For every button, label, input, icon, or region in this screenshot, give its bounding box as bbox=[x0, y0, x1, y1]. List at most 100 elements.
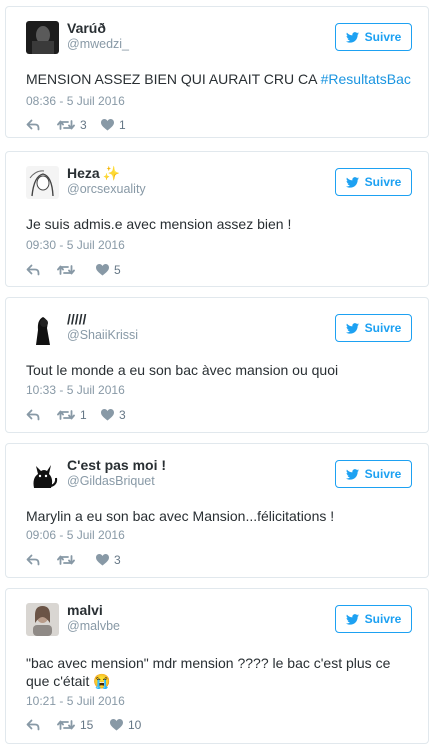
reply-button[interactable] bbox=[26, 262, 40, 278]
twitter-bird-icon bbox=[345, 31, 359, 43]
reply-icon bbox=[26, 119, 40, 131]
tweet-text-body: Marylin a eu son bac avec Mansion...féli… bbox=[26, 508, 335, 524]
display-name[interactable]: Heza ✨ bbox=[67, 165, 120, 182]
display-name-text: C'est pas moi ! bbox=[67, 457, 167, 473]
retweet-count: 3 bbox=[80, 118, 87, 132]
tweet-text-body: MENSION ASSEZ BIEN QUI AURAIT CRU CA bbox=[26, 71, 321, 87]
follow-button[interactable]: Suivre bbox=[335, 168, 412, 196]
tweet-card: Heza ✨ @orcsexuality Suivre Je suis admis… bbox=[5, 151, 429, 287]
user-handle[interactable]: @malvbe bbox=[67, 619, 120, 633]
user-handle[interactable]: @orcsexuality bbox=[67, 182, 146, 196]
follow-button[interactable]: Suivre bbox=[335, 314, 412, 342]
reply-button[interactable] bbox=[26, 117, 40, 133]
avatar-drawing-icon[interactable] bbox=[26, 166, 59, 199]
reply-button[interactable] bbox=[26, 717, 40, 733]
timestamp[interactable]: 10:21 - 5 Juil 2016 bbox=[26, 694, 125, 708]
timestamp[interactable]: 08:36 - 5 Juil 2016 bbox=[26, 94, 125, 108]
tweet-text: MENSION ASSEZ BIEN QUI AURAIT CRU CA #Re… bbox=[26, 70, 412, 88]
sparkles-icon: ✨ bbox=[102, 165, 121, 181]
heart-icon bbox=[110, 719, 123, 731]
reply-button[interactable] bbox=[26, 407, 40, 423]
follow-button[interactable]: Suivre bbox=[335, 460, 412, 488]
tweet-text-body: Tout le monde a eu son bac àvec mansion … bbox=[26, 362, 339, 378]
follow-label: Suivre bbox=[364, 30, 402, 44]
tweet-card: C'est pas moi ! @GildasBriquet Suivre Ma… bbox=[5, 443, 429, 578]
tweet-actions: 3 1 bbox=[26, 117, 226, 133]
retweet-count: 15 bbox=[80, 718, 94, 732]
retweet-icon bbox=[57, 265, 75, 275]
twitter-bird-icon bbox=[345, 176, 359, 188]
retweet-button[interactable]: 1 bbox=[57, 407, 87, 423]
hashtag-link[interactable]: #ResultatsBac bbox=[321, 71, 411, 87]
heart-icon bbox=[101, 119, 114, 131]
tweet-actions: 1 3 bbox=[26, 407, 226, 423]
timestamp[interactable]: 09:06 - 5 Juil 2016 bbox=[26, 528, 125, 542]
tweet-text: Marylin a eu son bac avec Mansion...féli… bbox=[26, 507, 412, 525]
display-name[interactable]: C'est pas moi ! bbox=[67, 457, 166, 473]
display-name-text: Varúð bbox=[67, 20, 106, 36]
follow-button[interactable]: Suivre bbox=[335, 605, 412, 633]
retweet-button[interactable]: 3 bbox=[57, 117, 87, 133]
tweet-text: "bac avec mension" mdr mension ???? le b… bbox=[26, 654, 412, 690]
retweet-icon bbox=[57, 410, 75, 420]
tweet-card: ///// @ShaiiKrissi Suivre Tout le monde … bbox=[5, 297, 429, 433]
retweet-button[interactable]: 15 bbox=[57, 717, 93, 733]
like-count: 3 bbox=[119, 408, 126, 422]
tweet-text-body: "bac avec mension" mdr mension ???? le b… bbox=[26, 655, 391, 689]
user-handle[interactable]: @ShaiiKrissi bbox=[67, 328, 138, 342]
tweet-card: Varúð @mwedzi_ Suivre MENSION ASSEZ BIEN… bbox=[5, 6, 429, 138]
like-button[interactable]: 5 bbox=[96, 262, 121, 278]
display-name-text: malvi bbox=[67, 602, 103, 618]
tweet-card: malvi @malvbe Suivre "bac avec mension" … bbox=[5, 588, 429, 744]
user-handle[interactable]: @mwedzi_ bbox=[67, 37, 129, 51]
heart-icon bbox=[96, 554, 109, 566]
like-count: 3 bbox=[114, 553, 121, 567]
like-count: 1 bbox=[119, 118, 126, 132]
display-name-text: Heza bbox=[67, 165, 100, 181]
avatar-dark-photo-icon[interactable] bbox=[26, 21, 59, 54]
timestamp[interactable]: 09:30 - 5 Juil 2016 bbox=[26, 238, 125, 252]
timestamp[interactable]: 10:33 - 5 Juil 2016 bbox=[26, 383, 125, 397]
tweet-text-body: Je suis admis.e avec mension assez bien … bbox=[26, 216, 292, 232]
like-count: 5 bbox=[114, 263, 121, 277]
reply-icon bbox=[26, 554, 40, 566]
twitter-bird-icon bbox=[345, 468, 359, 480]
like-count: 10 bbox=[128, 718, 142, 732]
tweet-actions: 3 bbox=[26, 552, 226, 568]
retweet-count: 1 bbox=[80, 408, 87, 422]
reply-button[interactable] bbox=[26, 552, 40, 568]
crying-face-icon: 😭 bbox=[93, 673, 111, 689]
reply-icon bbox=[26, 264, 40, 276]
twitter-bird-icon bbox=[345, 613, 359, 625]
display-name[interactable]: Varúð bbox=[67, 20, 106, 36]
reply-icon bbox=[26, 409, 40, 421]
like-button[interactable]: 3 bbox=[96, 552, 121, 568]
avatar-photo-icon[interactable] bbox=[26, 603, 59, 636]
retweet-icon bbox=[57, 720, 75, 730]
retweet-button[interactable] bbox=[57, 552, 80, 568]
user-handle[interactable]: @GildasBriquet bbox=[67, 474, 155, 488]
display-name-text: ///// bbox=[67, 311, 87, 327]
follow-button[interactable]: Suivre bbox=[335, 23, 412, 51]
follow-label: Suivre bbox=[364, 321, 402, 335]
follow-label: Suivre bbox=[364, 467, 402, 481]
tweet-text: Je suis admis.e avec mension assez bien … bbox=[26, 215, 412, 233]
tweet-actions: 15 10 bbox=[26, 717, 226, 733]
heart-icon bbox=[101, 409, 114, 421]
like-button[interactable]: 10 bbox=[110, 717, 141, 733]
like-button[interactable]: 1 bbox=[101, 117, 126, 133]
tweet-text: Tout le monde a eu son bac àvec mansion … bbox=[26, 361, 412, 379]
tweet-actions: 5 bbox=[26, 262, 226, 278]
avatar-silhouette-icon[interactable] bbox=[26, 312, 59, 345]
avatar-cat-icon[interactable] bbox=[26, 458, 59, 491]
like-button[interactable]: 3 bbox=[101, 407, 126, 423]
retweet-button[interactable] bbox=[57, 262, 80, 278]
twitter-bird-icon bbox=[345, 322, 359, 334]
follow-label: Suivre bbox=[364, 175, 402, 189]
display-name[interactable]: malvi bbox=[67, 602, 103, 618]
retweet-icon bbox=[57, 120, 75, 130]
retweet-icon bbox=[57, 555, 75, 565]
reply-icon bbox=[26, 719, 40, 731]
follow-label: Suivre bbox=[364, 612, 402, 626]
display-name[interactable]: ///// bbox=[67, 311, 86, 327]
